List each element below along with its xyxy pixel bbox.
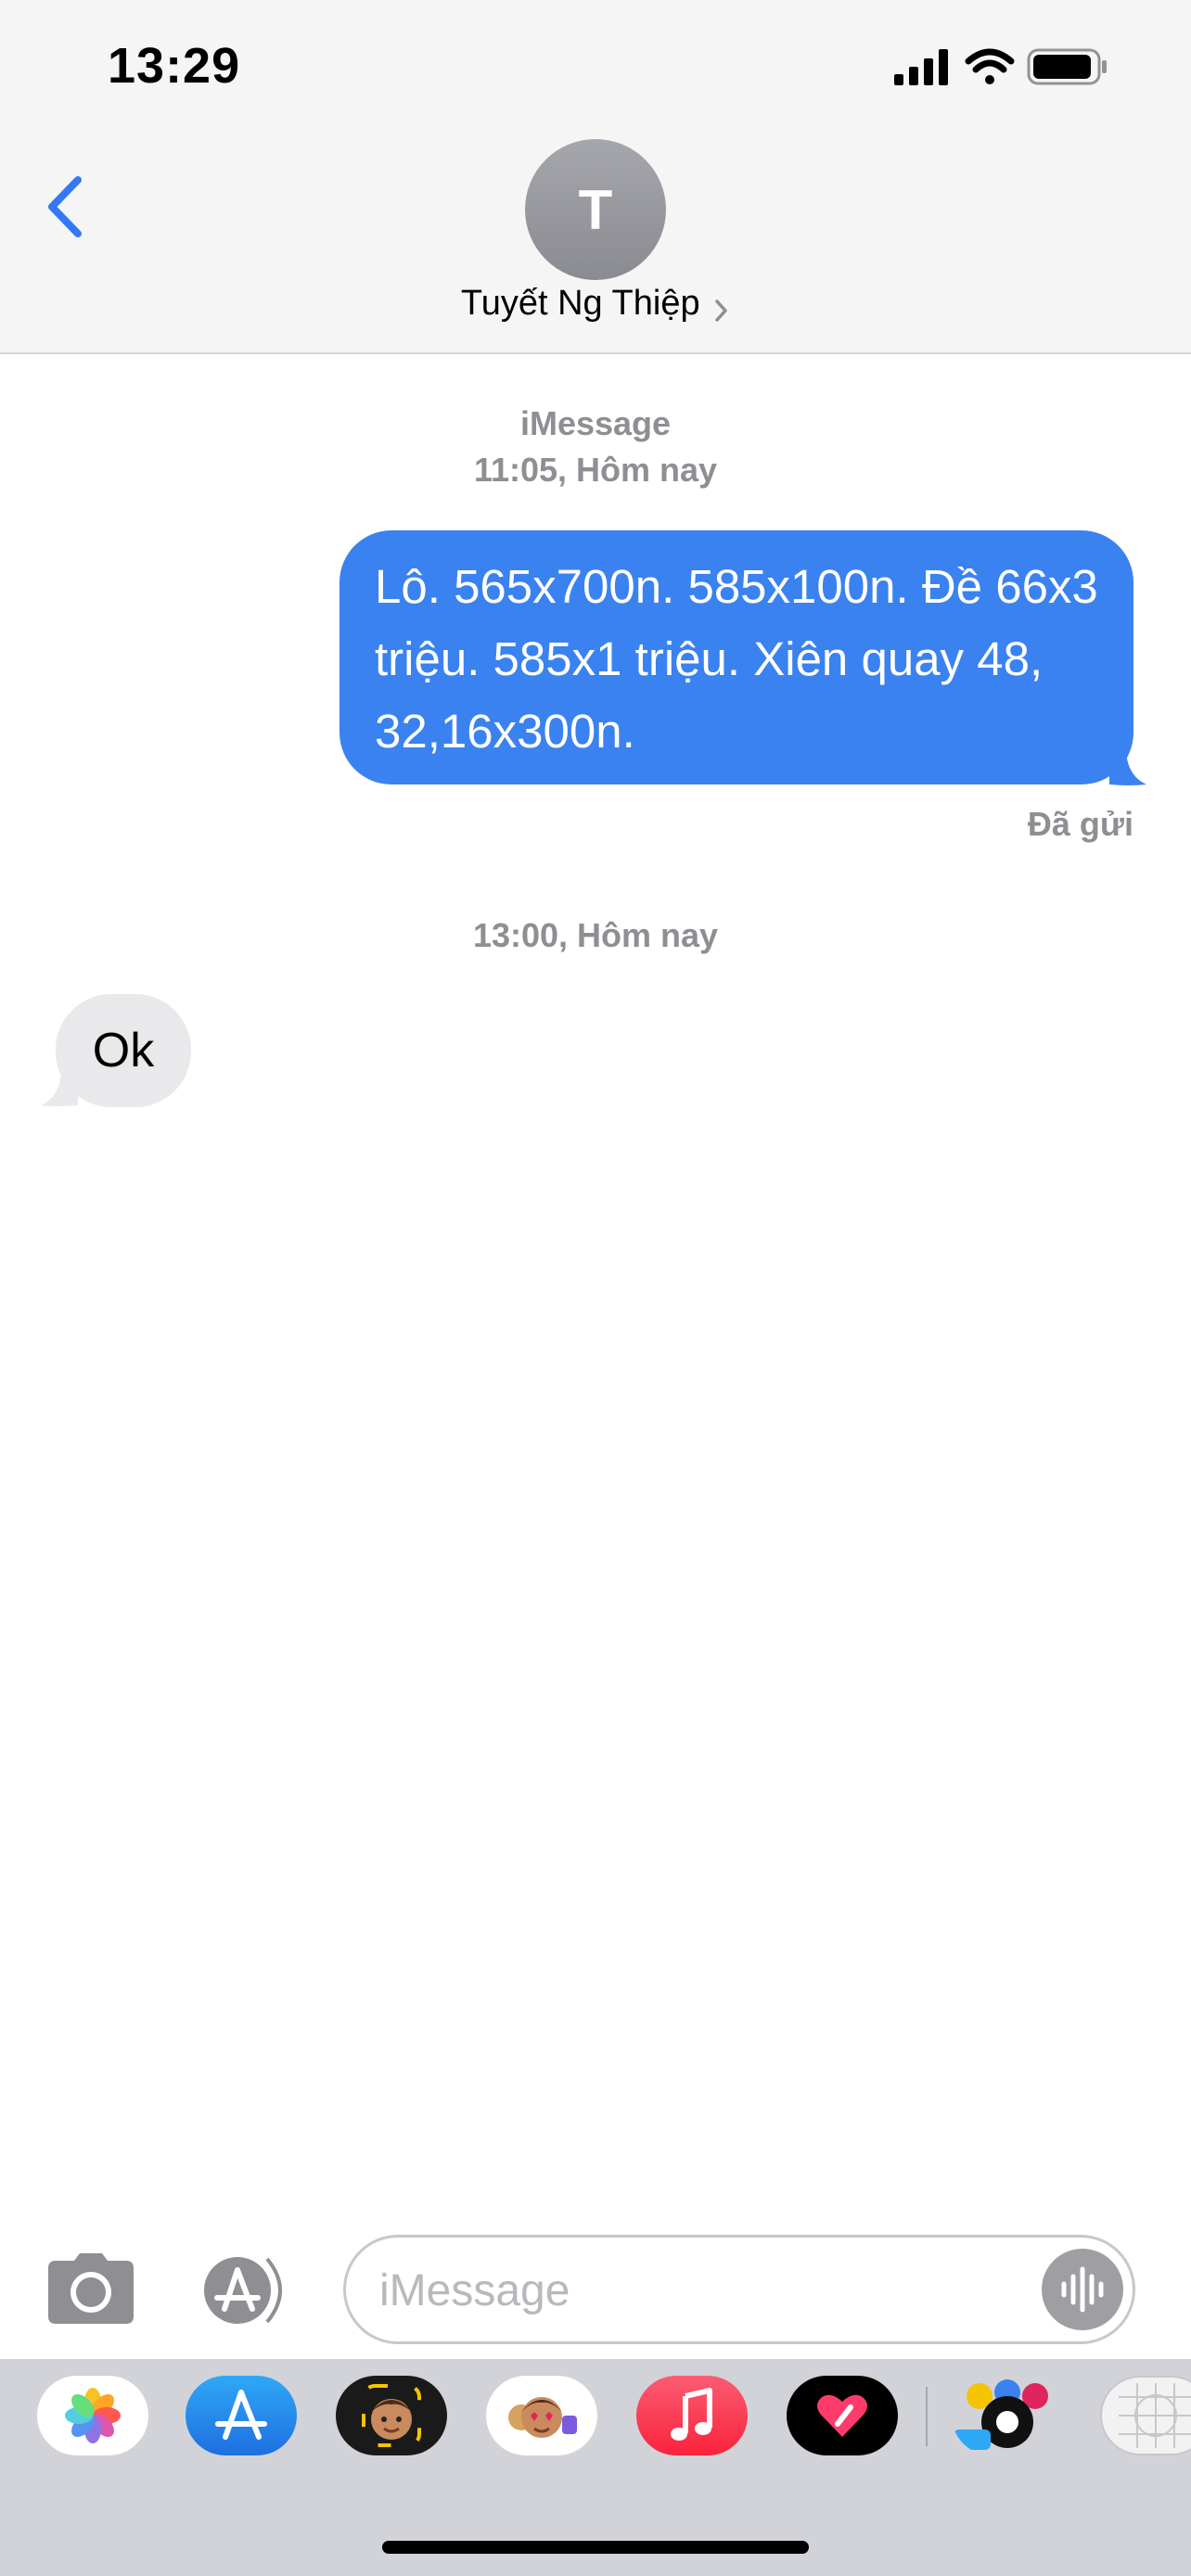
status-icons xyxy=(894,48,1107,85)
timestamp-2: 13:00, Hôm nay xyxy=(472,916,719,954)
timestamp-1: 11:05, Hôm nay xyxy=(473,451,718,489)
photos-icon xyxy=(65,2388,121,2443)
back-button[interactable] xyxy=(39,167,95,247)
message-input-container[interactable] xyxy=(343,2235,1135,2344)
music-icon xyxy=(671,2388,712,2441)
camera-icon xyxy=(48,2253,134,2324)
avatar-initial: T xyxy=(578,178,613,241)
navigation-header: 13:29 T Tuyết Ng Thiệp xyxy=(0,0,1191,354)
contact-name-button[interactable]: Tuyết Ng Thiệp xyxy=(0,284,1191,325)
app-store-app-button[interactable] xyxy=(186,2376,297,2455)
memoji-app-button[interactable] xyxy=(336,2376,447,2455)
chevron-right-icon xyxy=(715,300,727,322)
drawer-divider xyxy=(926,2387,928,2446)
delivery-status: Đã gửi xyxy=(1027,805,1133,843)
digital-touch-icon xyxy=(817,2394,867,2437)
apps-button[interactable] xyxy=(193,2255,295,2326)
app-store-icon xyxy=(215,2390,267,2440)
more-apps-icon xyxy=(1119,2383,1191,2448)
8-ball-pool-icon xyxy=(954,2379,1048,2450)
outgoing-bubble-tail xyxy=(1109,747,1146,785)
music-app-button[interactable] xyxy=(636,2376,748,2455)
chevron-left-icon xyxy=(48,176,82,237)
more-apps-button[interactable] xyxy=(1100,2376,1191,2455)
waveform-icon xyxy=(1061,2266,1104,2313)
contact-name: Tuyết Ng Thiệp xyxy=(460,284,700,323)
8-ball-pool-app-button[interactable] xyxy=(952,2376,1063,2455)
memoji-icon xyxy=(362,2384,421,2447)
digital-touch-app-button[interactable] xyxy=(787,2376,898,2455)
wifi-icon xyxy=(965,48,1015,84)
contact-avatar[interactable]: T xyxy=(525,139,666,280)
home-indicator[interactable] xyxy=(382,2541,809,2554)
service-label: iMessage xyxy=(519,404,672,442)
memoji-stickers-app-button[interactable] xyxy=(486,2376,597,2455)
incoming-message-bubble[interactable]: Ok xyxy=(56,994,191,1107)
app-store-icon xyxy=(204,2257,282,2324)
battery-icon xyxy=(1027,48,1107,85)
audio-message-button[interactable] xyxy=(1042,2249,1123,2330)
message-input[interactable] xyxy=(379,2256,992,2325)
outgoing-message-bubble[interactable]: Lô. 565x700n. 585x100n. Đề 66x3 triệu. 5… xyxy=(339,530,1133,784)
cellular-signal-icon xyxy=(894,49,948,85)
camera-button[interactable] xyxy=(46,2251,135,2326)
status-time: 13:29 xyxy=(108,38,241,94)
memoji-stickers-icon xyxy=(508,2397,577,2438)
photos-app-button[interactable] xyxy=(37,2376,148,2455)
